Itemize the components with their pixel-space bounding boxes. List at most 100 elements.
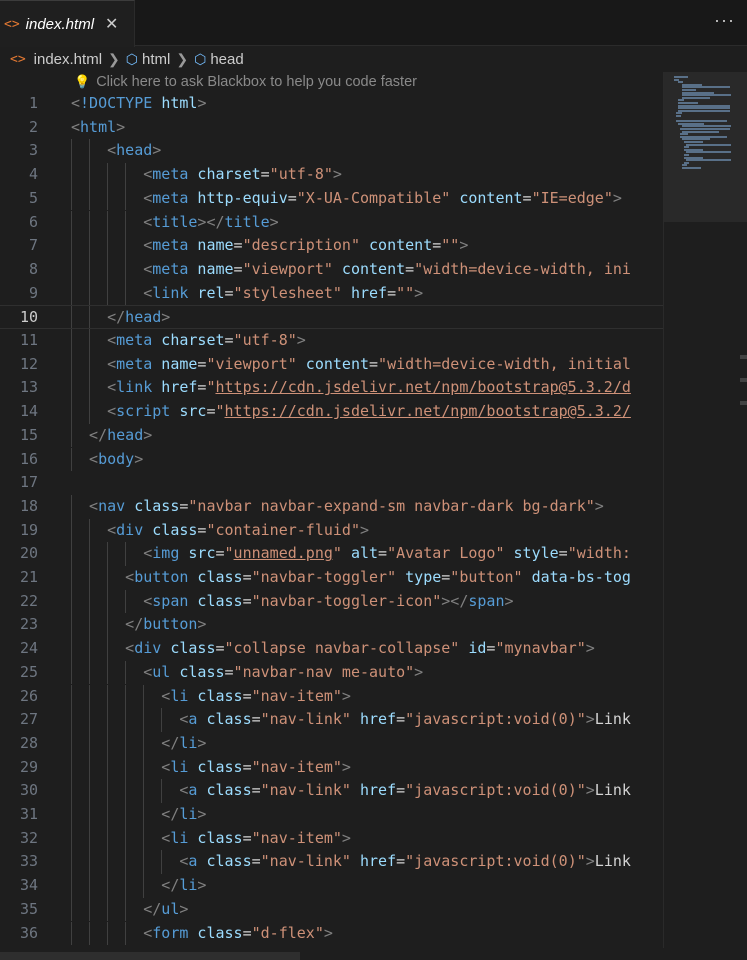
tab-label: index.html [25, 15, 95, 33]
code-line[interactable]: 18 <nav class="navbar navbar-expand-sm na… [0, 494, 663, 519]
code-line[interactable]: 5 <meta http-equiv="X-UA-Compatible" cont… [0, 186, 663, 211]
code-token: > [585, 639, 595, 658]
indent-guide [89, 803, 91, 827]
code-text: <meta name="description" content=""> [143, 234, 468, 258]
element-icon: ⬡ [194, 50, 207, 67]
code-line[interactable]: 27 <a class="nav-link" href="javascript:v… [0, 708, 663, 732]
code-line[interactable]: 34 </li> [0, 874, 663, 898]
code-token: > [585, 852, 595, 871]
close-icon[interactable]: ✕ [105, 14, 118, 34]
code-line[interactable]: 2 <html> [0, 116, 663, 140]
code-token: href [359, 710, 397, 729]
code-line[interactable]: 30 <a class="nav-link" href="javascript:v… [0, 779, 663, 803]
indent-guide [89, 210, 91, 235]
indent-guide [71, 139, 72, 164]
code-line[interactable]: 31 </li> [0, 803, 663, 827]
tab-index-html[interactable]: <> index.html ✕ [0, 0, 135, 47]
line-number: 26 [19, 686, 38, 705]
code-line[interactable]: 9 <link rel="stylesheet" href=""> [0, 281, 663, 306]
code-token: Link [594, 781, 631, 800]
code-line[interactable]: 22 <span class="navbar-toggler-icon"></sp… [0, 589, 663, 614]
code-line[interactable]: 20 <img src="unnamed.png" alt="Avatar Log… [0, 542, 663, 566]
code-line[interactable]: 35 </ul> [0, 897, 663, 922]
line-number: 20 [19, 544, 38, 563]
more-actions-icon[interactable]: ··· [714, 10, 735, 31]
code-editor[interactable]: 1 <!DOCTYPE html> 2 <html> 3 <head> 4 <meta cha… [0, 92, 663, 960]
code-token: ></ [197, 212, 225, 231]
indent-guide [89, 139, 91, 164]
code-token: "javascript:void(0)" [405, 852, 586, 871]
code-line[interactable]: 12 <meta name="viewport" content="width=d… [0, 352, 663, 377]
code-line[interactable]: 7 <meta name="description" content=""> [0, 234, 663, 258]
indent-guide [71, 684, 72, 709]
line-number: 13 [19, 378, 38, 397]
code-line[interactable]: 26 <li class="nav-item"> [0, 684, 663, 709]
code-line[interactable]: 14 <script src="https://cdn.jsdelivr.net/… [0, 400, 663, 424]
code-line[interactable]: 6 <title></title> [0, 210, 663, 235]
code-text: <html> [71, 116, 125, 140]
blackbox-hint[interactable]: 💡 Click here to ask Blackbox to help you… [74, 74, 417, 90]
code-token: link [116, 378, 153, 397]
vertical-scrollbar[interactable] [740, 72, 747, 948]
indent-guide [71, 566, 72, 590]
code-line[interactable]: 19 <div class="container-fluid"> [0, 518, 663, 543]
indent-guide [71, 423, 72, 448]
code-token: = [242, 568, 252, 586]
code-token: nav [98, 496, 126, 515]
breadcrumb-item-head[interactable]: head [210, 51, 243, 68]
scrollbar-thumb[interactable] [0, 952, 300, 960]
lightbulb-icon: 💡 [74, 74, 91, 89]
code-line[interactable]: 23 </button> [0, 613, 663, 638]
breadcrumb-item-html[interactable]: html [142, 51, 170, 68]
indent-guide [71, 589, 72, 614]
minimap[interactable] [663, 72, 747, 948]
indent-guide [107, 163, 109, 187]
code-token: < [143, 212, 153, 231]
code-token: > [341, 757, 351, 776]
code-line[interactable]: 10 </head> [0, 305, 663, 329]
code-line[interactable]: 25 <ul class="navbar-nav me-auto"> [0, 660, 663, 685]
code-token: li [179, 733, 198, 752]
code-line[interactable]: 3 <head> [0, 139, 663, 164]
code-line[interactable]: 29 <li class="nav-item"> [0, 755, 663, 780]
code-line[interactable]: 21 <button class="navbar-toggler" type="b… [0, 566, 663, 590]
code-token: href [350, 283, 388, 302]
horizontal-scrollbar[interactable] [0, 948, 747, 960]
line-number: 30 [19, 781, 38, 800]
indent-guide [107, 589, 109, 614]
code-line[interactable]: 13 <link href="https://cdn.jsdelivr.net/n… [0, 376, 663, 401]
code-line[interactable]: 1 <!DOCTYPE html> [0, 92, 663, 116]
code-token: = [224, 331, 234, 349]
code-token: "navbar-nav me-auto" [233, 662, 415, 681]
code-line[interactable]: 33 <a class="nav-link" href="javascript:v… [0, 850, 663, 875]
code-line[interactable]: 28 </li> [0, 731, 663, 756]
code-line[interactable]: 15 </head> [0, 423, 663, 448]
scroll-marker [740, 401, 747, 405]
code-line[interactable]: 4 <meta charset="utf-8"> [0, 163, 663, 187]
code-text: <title></title> [143, 211, 278, 235]
code-line[interactable]: 17 [0, 471, 663, 495]
code-line[interactable]: 8 <meta name="viewport" content="width=de… [0, 257, 663, 282]
code-token: span [468, 591, 505, 610]
code-token: = [233, 259, 243, 278]
indent-guide [125, 826, 127, 851]
code-line[interactable]: 11 <meta charset="utf-8"> [0, 329, 663, 353]
code-token: < [107, 331, 117, 349]
code-text: <!DOCTYPE html> [71, 92, 206, 116]
code-line[interactable]: 16 <body> [0, 447, 663, 472]
code-token: = [387, 283, 397, 302]
code-line[interactable]: 36 <form class="d-flex"> [0, 921, 663, 946]
code-token: = [215, 544, 225, 563]
code-token: > [134, 449, 144, 468]
code-token: meta [152, 188, 189, 207]
code-line[interactable]: 32 <li class="nav-item"> [0, 826, 663, 851]
code-line[interactable]: 24 <div class="collapse navbar-collapse" … [0, 637, 663, 661]
code-token: > [504, 591, 514, 610]
indent-guide [125, 731, 127, 756]
breadcrumb-item-file[interactable]: index.html [34, 51, 102, 68]
code-text: <img src="unnamed.png" alt="Avatar Logo"… [143, 542, 631, 566]
line-number: 4 [28, 165, 38, 184]
